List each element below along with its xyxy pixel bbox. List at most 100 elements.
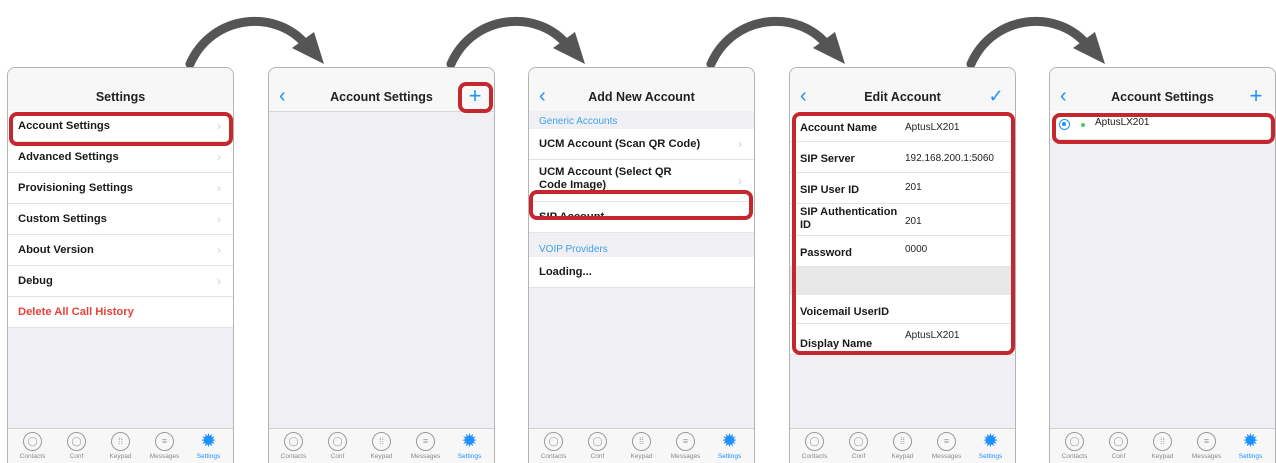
item-label: Custom Settings <box>18 213 107 225</box>
settings-gear-icon: ✹ <box>721 431 738 452</box>
section-header-generic: Generic Accounts <box>529 111 754 129</box>
tab-conf[interactable]: ◯ Conf <box>54 432 99 463</box>
tab-conf[interactable]: ◯ Conf <box>315 432 360 463</box>
tab-settings[interactable]: ✹ Settings <box>447 432 492 463</box>
highlight-frame <box>458 82 493 113</box>
item-label: Delete All Call History <box>18 306 134 318</box>
tab-label: Messages <box>931 453 962 460</box>
item-label: Advanced Settings <box>18 151 119 163</box>
chevron-right-icon: › <box>217 181 221 195</box>
tab-label: Keypad <box>370 453 393 460</box>
tab-conf[interactable]: ◯ Conf <box>836 432 881 463</box>
tab-label: Keypad <box>630 453 653 460</box>
settings-item-provisioning[interactable]: Provisioning Settings › <box>8 173 233 204</box>
page-title: Edit Account <box>864 90 941 104</box>
keypad-icon: ⁞⁞ <box>1153 432 1172 451</box>
tab-messages[interactable]: ≡ Messages <box>142 432 187 463</box>
messages-icon: ≡ <box>416 432 435 451</box>
messages-icon: ≡ <box>937 432 956 451</box>
tab-contacts[interactable]: ◯ Contacts <box>10 432 55 463</box>
tab-settings[interactable]: ✹ Settings <box>1228 432 1273 463</box>
chevron-right-icon: › <box>217 243 221 257</box>
tab-label: Conf <box>69 453 84 460</box>
settings-gear-icon: ✹ <box>982 431 999 452</box>
voip-loading-item: Loading... <box>529 257 754 288</box>
tab-label: Contacts <box>801 453 828 460</box>
conference-icon: ◯ <box>1109 432 1128 451</box>
tab-contacts[interactable]: ◯ Contacts <box>1052 432 1097 463</box>
settings-item-advanced[interactable]: Advanced Settings › <box>8 142 233 173</box>
tab-messages[interactable]: ≡ Messages <box>924 432 969 463</box>
tab-label: Conf <box>330 453 345 460</box>
tab-messages[interactable]: ≡ Messages <box>1184 432 1229 463</box>
tab-keypad[interactable]: ⁞⁞ Keypad <box>1140 432 1185 463</box>
settings-item-debug[interactable]: Debug › <box>8 266 233 297</box>
tab-bar: ◯ Contacts ◯ Conf ⁞⁞ Keypad ≡ Messages ✹ Sett… <box>790 428 1015 463</box>
confirm-check-button[interactable]: ✓ <box>985 82 1007 110</box>
item-label: About Version <box>18 244 94 256</box>
messages-icon: ≡ <box>676 432 695 451</box>
tab-label: Messages <box>410 453 441 460</box>
tab-label: Messages <box>670 453 701 460</box>
tab-label: Contacts <box>280 453 307 460</box>
keypad-icon: ⁞⁞ <box>893 432 912 451</box>
item-label: Provisioning Settings <box>18 182 133 194</box>
tab-keypad[interactable]: ⁞⁞ Keypad <box>359 432 404 463</box>
page-title: Settings <box>95 90 146 104</box>
chevron-right-icon: › <box>217 150 221 164</box>
loading-label: Loading... <box>539 266 592 278</box>
ucm-scan-qr-item[interactable]: UCM Account (Scan QR Code) › <box>529 129 754 160</box>
messages-icon: ≡ <box>1197 432 1216 451</box>
contacts-icon: ◯ <box>23 432 42 451</box>
delete-call-history-button[interactable]: Delete All Call History <box>8 297 233 328</box>
item-label: UCM Account (Scan QR Code) <box>539 138 701 150</box>
contacts-icon: ◯ <box>805 432 824 451</box>
highlight-frame <box>1052 113 1275 144</box>
settings-item-custom[interactable]: Custom Settings › <box>8 204 233 235</box>
tab-label: Settings <box>1238 453 1263 460</box>
conference-icon: ◯ <box>588 432 607 451</box>
chevron-right-icon: › <box>217 274 221 288</box>
tab-label: Settings <box>457 453 482 460</box>
flow-arrow-2 <box>446 17 585 68</box>
nav-bar: Settings <box>8 68 233 112</box>
tab-contacts[interactable]: ◯ Contacts <box>531 432 576 463</box>
phone-screen-add-account: ‹ Add New Account Generic Accounts UCM A… <box>528 67 755 463</box>
phone-screen-edit-account: ‹ Edit Account ✓ Account Name AptusLX201 … <box>789 67 1016 463</box>
chevron-right-icon: › <box>738 137 742 151</box>
nav-bar: ‹ Account Settings + <box>1050 68 1275 112</box>
nav-bar: ‹ Add New Account <box>529 68 754 112</box>
tab-settings[interactable]: ✹ Settings <box>968 432 1013 463</box>
flow-arrow-3 <box>706 17 845 68</box>
messages-icon: ≡ <box>155 432 174 451</box>
tab-label: Keypad <box>891 453 914 460</box>
tab-settings[interactable]: ✹ Settings <box>707 432 752 463</box>
chevron-right-icon: › <box>217 212 221 226</box>
conference-icon: ◯ <box>67 432 86 451</box>
tab-messages[interactable]: ≡ Messages <box>663 432 708 463</box>
tab-label: Conf <box>1111 453 1126 460</box>
tab-label: Conf <box>590 453 605 460</box>
flow-arrow-4 <box>966 17 1105 68</box>
phone-screen-settings: Settings Account Settings › Advanced Sett… <box>7 67 234 463</box>
settings-item-about[interactable]: About Version › <box>8 235 233 266</box>
tab-contacts[interactable]: ◯ Contacts <box>271 432 316 463</box>
keypad-icon: ⁞⁞ <box>372 432 391 451</box>
tab-contacts[interactable]: ◯ Contacts <box>792 432 837 463</box>
settings-gear-icon: ✹ <box>1242 431 1259 452</box>
tab-label: Contacts <box>1061 453 1088 460</box>
phone-screen-account-list: ‹ Account Settings + AptusLX201 ◯ Contact… <box>1049 67 1276 463</box>
tab-conf[interactable]: ◯ Conf <box>575 432 620 463</box>
flow-arrow-1 <box>185 17 324 68</box>
add-account-button[interactable]: + <box>1245 82 1267 110</box>
tab-conf[interactable]: ◯ Conf <box>1096 432 1141 463</box>
page-title: Add New Account <box>588 90 695 104</box>
tab-label: Settings <box>196 453 221 460</box>
tab-keypad[interactable]: ⁞⁞ Keypad <box>880 432 925 463</box>
tab-keypad[interactable]: ⁞⁞ Keypad <box>98 432 143 463</box>
tab-settings[interactable]: ✹ Settings <box>186 432 231 463</box>
tab-keypad[interactable]: ⁞⁞ Keypad <box>619 432 664 463</box>
tab-messages[interactable]: ≡ Messages <box>403 432 448 463</box>
item-label: UCM Account (Select QR Code Image) <box>539 166 672 191</box>
tab-label: Contacts <box>540 453 567 460</box>
